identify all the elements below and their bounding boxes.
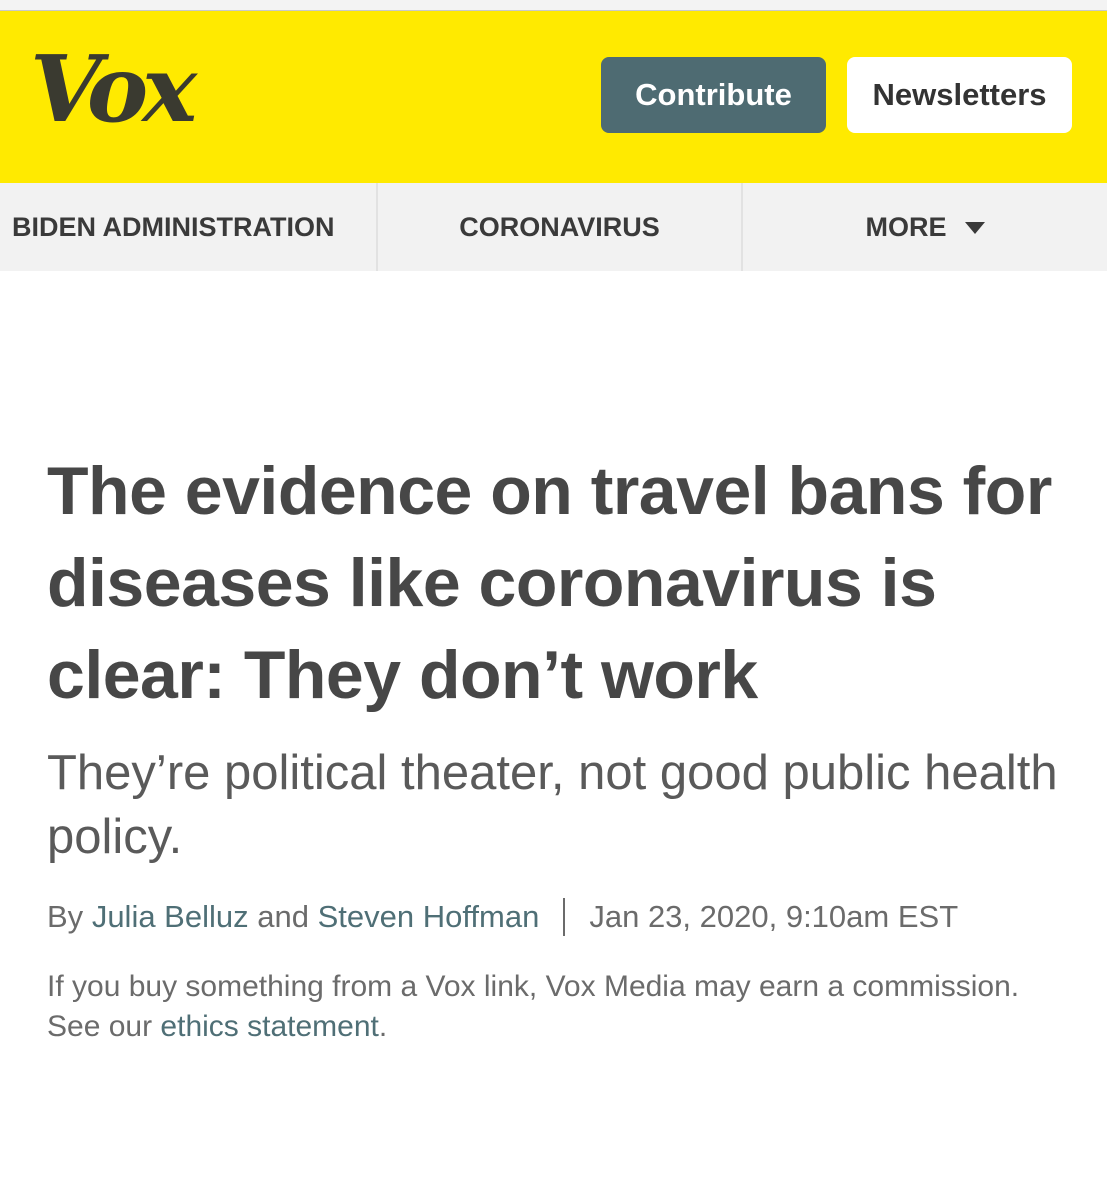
nav-item-biden-administration[interactable]: BIDEN ADMINISTRATION bbox=[0, 183, 378, 271]
article-dek: They’re political theater, not good publ… bbox=[47, 746, 1058, 864]
byline: By Julia Belluz and Steven Hoffman Jan 2… bbox=[47, 897, 1067, 937]
author-link-steven-hoffman[interactable]: Steven Hoffman bbox=[318, 897, 540, 937]
section-nav: BIDEN ADMINISTRATION CORONAVIRUS MORE bbox=[0, 183, 1107, 271]
byline-prefix: By bbox=[47, 899, 84, 934]
article-headline: The evidence on travel bans for diseases… bbox=[47, 453, 1052, 713]
vox-logo[interactable]: Vox bbox=[30, 43, 197, 135]
nav-item-more[interactable]: MORE bbox=[743, 183, 1107, 271]
contribute-button[interactable]: Contribute bbox=[601, 57, 826, 133]
publish-date: Jan 23, 2020, 9:10am EST bbox=[589, 899, 959, 934]
nav-item-label: BIDEN ADMINISTRATION bbox=[12, 211, 335, 242]
article-header: The evidence on travel bans for diseases… bbox=[47, 445, 1067, 1047]
top-strip bbox=[0, 0, 1107, 11]
disclosure-end: . bbox=[378, 1010, 388, 1043]
ethics-statement-link[interactable]: ethics statement bbox=[160, 1010, 378, 1043]
byline-conjunction: and bbox=[257, 899, 309, 934]
nav-item-label: CORONAVIRUS bbox=[459, 211, 660, 242]
byline-divider bbox=[563, 898, 566, 936]
site-header: Vox Contribute Newsletters bbox=[0, 11, 1107, 183]
chevron-down-icon bbox=[964, 222, 985, 234]
author-link-julia-belluz[interactable]: Julia Belluz bbox=[92, 897, 249, 937]
nav-item-label: MORE bbox=[865, 211, 947, 242]
affiliate-disclosure: If you buy something from a Vox link, Vo… bbox=[47, 967, 1067, 1047]
nav-item-coronavirus[interactable]: CORONAVIRUS bbox=[378, 183, 743, 271]
newsletters-button[interactable]: Newsletters bbox=[847, 57, 1072, 133]
